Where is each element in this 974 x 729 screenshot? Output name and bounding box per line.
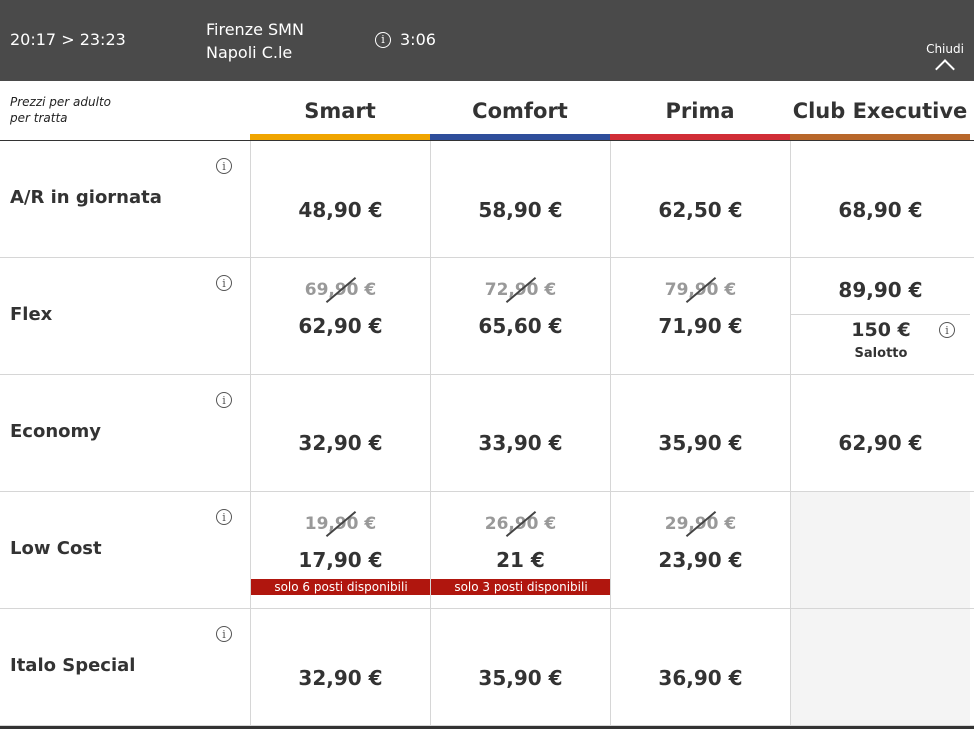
fare-row-label: Italo Special	[10, 655, 136, 676]
fare-cell[interactable]: 32,90 €	[250, 375, 430, 491]
fare-price: 35,90 €	[658, 431, 743, 455]
fare-price: 21 €	[496, 548, 545, 572]
fare-cell[interactable]: 35,90 €	[610, 375, 790, 491]
fare-price: 36,90 €	[658, 666, 743, 690]
fare-cell[interactable]: 36,90 €	[610, 609, 790, 725]
fare-cell-club-executive: 89,90 € 150 € Salotto i	[790, 258, 970, 374]
departure-station: Firenze SMN	[206, 20, 304, 39]
availability-badge: solo 6 posti disponibili	[251, 579, 431, 595]
journey-times: 20:17 > 23:23	[10, 30, 126, 49]
original-price: 29,90 €	[611, 511, 790, 537]
fare-price: 48,90 €	[298, 198, 383, 222]
fare-row-low-cost: Low Cost i 19,90 € 17,90 € solo 6 posti …	[0, 492, 974, 609]
fare-cell[interactable]: 48,90 €	[250, 141, 430, 257]
availability-badge: solo 3 posti disponibili	[431, 579, 611, 595]
fare-price: 23,90 €	[658, 548, 743, 572]
fare-cell[interactable]: 58,90 €	[430, 141, 610, 257]
journey-stations: Firenze SMN Napoli C.le	[206, 18, 304, 64]
fare-row-label: Low Cost	[10, 538, 102, 559]
fare-cell[interactable]: 72,90 € 65,60 €	[430, 258, 610, 374]
fare-price: 32,90 €	[298, 666, 383, 690]
fare-column-headers: Prezzi per adulto per tratta Smart Comfo…	[0, 81, 974, 141]
arrival-station: Napoli C.le	[206, 43, 293, 62]
column-title: Club Executive	[792, 99, 968, 123]
info-icon[interactable]: i	[939, 322, 955, 338]
fare-cell[interactable]: 35,90 €	[430, 609, 610, 725]
fare-row-economy: Economy i 32,90 € 33,90 € 35,90 € 62,90 …	[0, 375, 974, 492]
journey-duration: i 3:06	[375, 30, 436, 49]
chevron-up-icon	[935, 59, 955, 79]
column-header-comfort: Comfort	[430, 81, 610, 141]
column-header-club-executive: Club Executive	[790, 81, 970, 141]
fare-price: 62,50 €	[658, 198, 743, 222]
info-icon[interactable]: i	[216, 509, 232, 525]
fare-price: 68,90 €	[838, 198, 923, 222]
column-header-prima: Prima	[610, 81, 790, 141]
duration-value: 3:06	[400, 30, 436, 49]
fare-price: 33,90 €	[478, 431, 563, 455]
fare-row-italo-special: Italo Special i 32,90 € 35,90 € 36,90 €	[0, 609, 974, 726]
column-title: Comfort	[472, 99, 568, 123]
fare-row-label: Flex	[10, 304, 53, 325]
fare-price: 65,60 €	[478, 314, 563, 338]
original-price: 19,90 €	[251, 511, 430, 537]
column-title: Prima	[665, 99, 735, 123]
fare-cell[interactable]: 62,90 €	[790, 375, 970, 491]
fare-cell-unavailable	[790, 609, 970, 725]
fare-price[interactable]: 89,90 €	[791, 278, 970, 302]
fare-row-ar-in-giornata: A/R in giornata i 48,90 € 58,90 € 62,50 …	[0, 141, 974, 258]
fare-cell[interactable]: 29,90 € 23,90 €	[610, 492, 790, 608]
close-label: Chiudi	[926, 42, 964, 56]
fare-price: 35,90 €	[478, 666, 563, 690]
original-price: 72,90 €	[431, 277, 610, 303]
info-icon[interactable]: i	[216, 275, 232, 291]
fare-cell[interactable]: 79,90 € 71,90 €	[610, 258, 790, 374]
fare-cell-unavailable	[790, 492, 970, 608]
info-icon[interactable]: i	[216, 626, 232, 642]
fare-cell[interactable]: 26,90 € 21 € solo 3 posti disponibili	[430, 492, 611, 608]
price-note-line: Prezzi per adulto	[10, 95, 112, 109]
fare-cell[interactable]: 62,50 €	[610, 141, 790, 257]
info-icon[interactable]: i	[216, 158, 232, 174]
fare-cell[interactable]: 68,90 €	[790, 141, 970, 257]
header-bar: 20:17 > 23:23 Firenze SMN Napoli C.le i …	[0, 0, 974, 81]
fare-cell[interactable]: 33,90 €	[430, 375, 610, 491]
fare-price: 62,90 €	[838, 431, 923, 455]
close-button[interactable]: Chiudi	[918, 42, 972, 79]
price-note: Prezzi per adulto per tratta	[10, 94, 111, 126]
price-note-line: per tratta	[10, 111, 68, 125]
original-price: 79,90 €	[611, 277, 790, 303]
fare-price: 62,90 €	[298, 314, 383, 338]
fare-price: 32,90 €	[298, 431, 383, 455]
fare-row-flex: Flex i 69,90 € 62,90 € 72,90 € 65,60 € 7…	[0, 258, 974, 375]
fare-price: 58,90 €	[478, 198, 563, 222]
info-icon[interactable]: i	[375, 31, 391, 48]
fare-price: 17,90 €	[298, 548, 383, 572]
fare-price: 71,90 €	[658, 314, 743, 338]
fare-row-label: Economy	[10, 421, 102, 442]
fare-row-label: A/R in giornata	[10, 187, 162, 208]
salotto-label: Salotto	[854, 346, 908, 361]
fare-cell[interactable]: 69,90 € 62,90 €	[250, 258, 430, 374]
column-title: Smart	[304, 99, 376, 123]
fare-cell[interactable]: 32,90 €	[250, 609, 430, 725]
fare-cell[interactable]: 19,90 € 17,90 € solo 6 posti disponibili	[250, 492, 431, 608]
info-icon[interactable]: i	[216, 392, 232, 408]
original-price: 26,90 €	[431, 511, 610, 537]
column-header-smart: Smart	[250, 81, 430, 141]
original-price: 69,90 €	[251, 277, 430, 303]
cell-divider	[791, 314, 970, 315]
